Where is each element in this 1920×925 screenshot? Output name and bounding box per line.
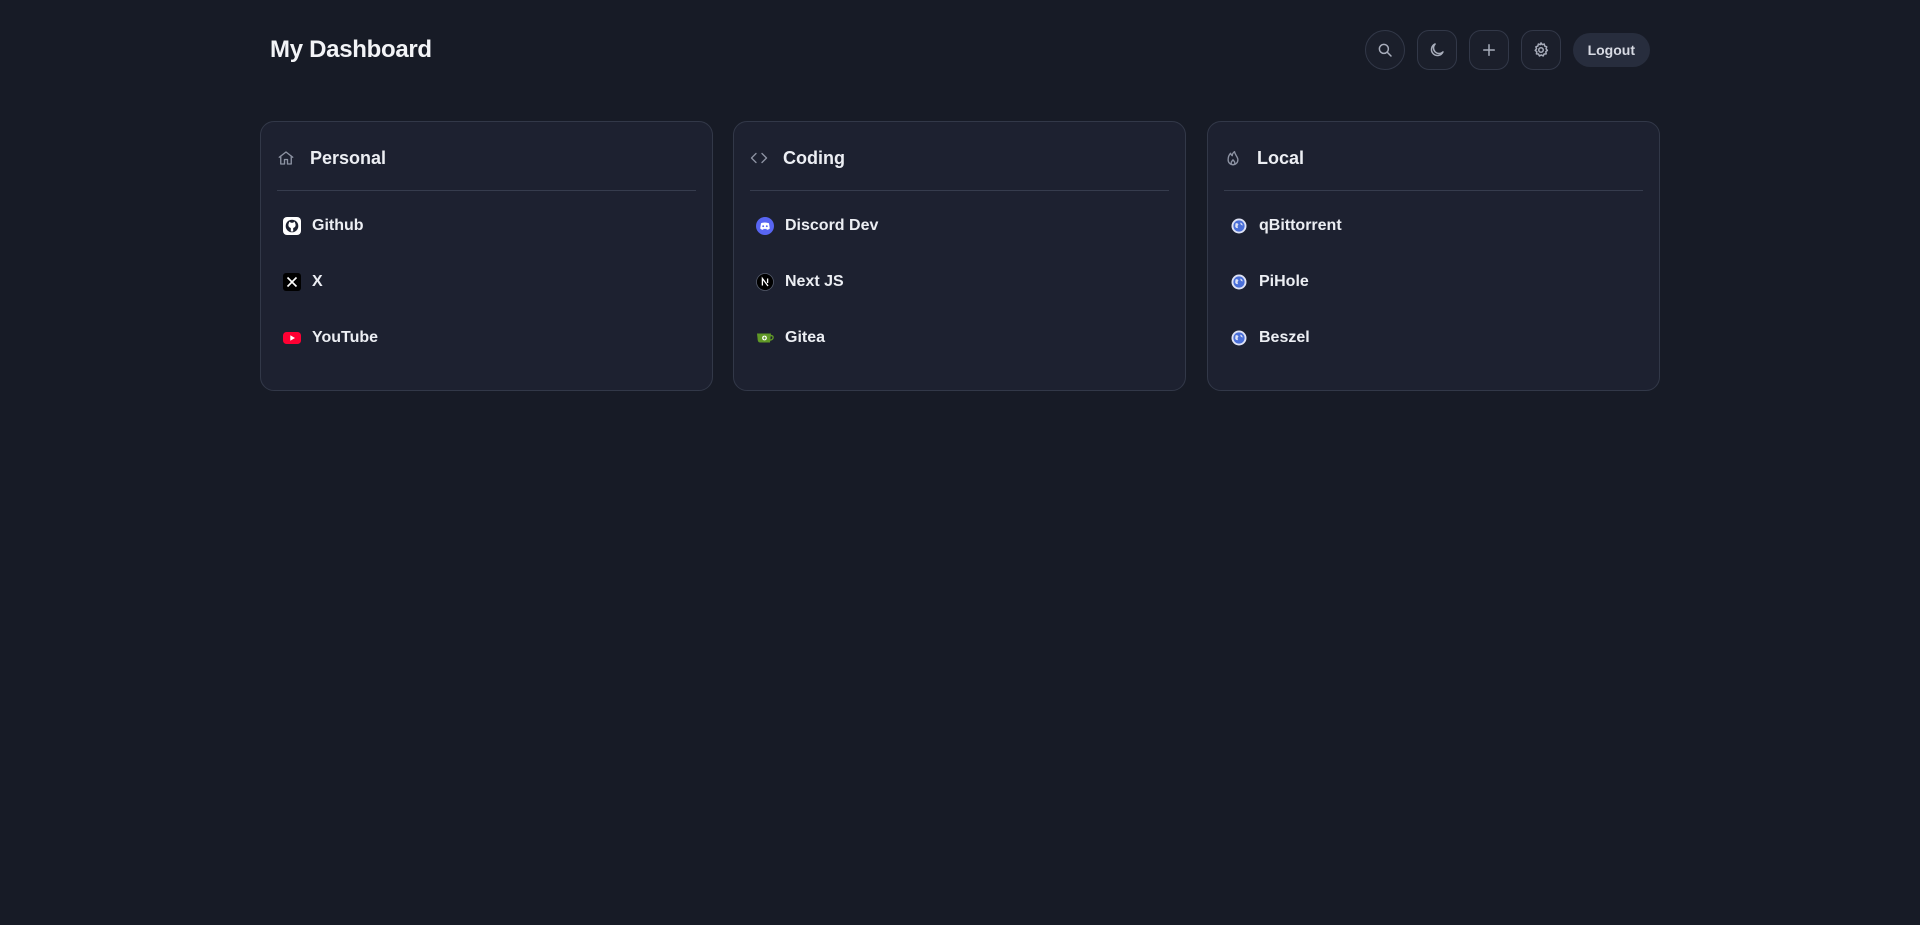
link-x[interactable]: X (283, 268, 378, 296)
github-icon (283, 217, 301, 235)
category-title: Local (1257, 147, 1305, 168)
link-list: Github X YouTube (283, 212, 378, 380)
link-list: qBittorrent PiHole Beszel (1230, 212, 1342, 380)
search-icon (1378, 43, 1392, 57)
search-button[interactable] (1364, 30, 1405, 70)
youtube-icon (283, 329, 301, 347)
link-label: Beszel (1259, 329, 1310, 346)
page-title: My Dashboard (270, 36, 432, 63)
globe-icon (1230, 273, 1248, 291)
link-discord-dev[interactable]: Discord Dev (756, 212, 878, 240)
x-icon (283, 273, 301, 291)
gitea-icon (756, 329, 774, 347)
header-actions: Logout (1353, 30, 1650, 70)
category-header: Personal (277, 146, 386, 170)
category-card-personal: Personal Github X YouTube (260, 121, 713, 391)
link-youtube[interactable]: YouTube (283, 324, 378, 352)
link-label: YouTube (312, 329, 379, 346)
nextjs-icon (756, 273, 774, 291)
link-label: Discord Dev (785, 217, 879, 234)
add-button[interactable] (1468, 30, 1509, 70)
settings-button[interactable] (1520, 30, 1561, 70)
plus-icon (1482, 44, 1495, 56)
globe-icon (1230, 329, 1248, 347)
link-label: Gitea (785, 329, 826, 346)
link-label: Next JS (785, 273, 844, 290)
header: My Dashboard Logout (260, 30, 1660, 70)
category-title: Coding (783, 147, 845, 168)
link-label: PiHole (1259, 273, 1309, 290)
code-icon (750, 149, 768, 167)
link-github[interactable]: Github (283, 212, 378, 240)
globe-icon (1230, 217, 1248, 235)
home-icon (277, 149, 295, 167)
link-pihole[interactable]: PiHole (1230, 268, 1342, 296)
link-list: Discord Dev Next JS Gitea (756, 212, 878, 380)
link-next-js[interactable]: Next JS (756, 268, 878, 296)
logout-button[interactable]: Logout (1572, 33, 1650, 67)
discord-icon (756, 217, 774, 235)
link-gitea[interactable]: Gitea (756, 324, 878, 352)
link-label: X (312, 273, 323, 290)
category-header: Local (1224, 146, 1304, 170)
category-header: Coding (750, 146, 845, 170)
category-grid: Personal Github X YouTube Coding Discord… (260, 121, 1660, 391)
gear-icon (1534, 42, 1548, 57)
link-label: Github (312, 217, 364, 234)
divider (1224, 190, 1643, 191)
category-card-coding: Coding Discord Dev Next JS Gitea (733, 121, 1186, 391)
link-label: qBittorrent (1259, 217, 1342, 234)
divider (277, 190, 696, 191)
dashboard-page: My Dashboard Logout Personal Github X Yo… (260, 0, 1660, 925)
category-card-local: Local qBittorrent PiHole Beszel (1207, 121, 1660, 391)
theme-toggle-button[interactable] (1416, 30, 1457, 70)
flame-icon (1224, 149, 1242, 167)
divider (750, 190, 1169, 191)
link-qbittorrent[interactable]: qBittorrent (1230, 212, 1342, 240)
category-title: Personal (310, 147, 387, 168)
moon-icon (1430, 43, 1444, 57)
link-beszel[interactable]: Beszel (1230, 324, 1342, 352)
